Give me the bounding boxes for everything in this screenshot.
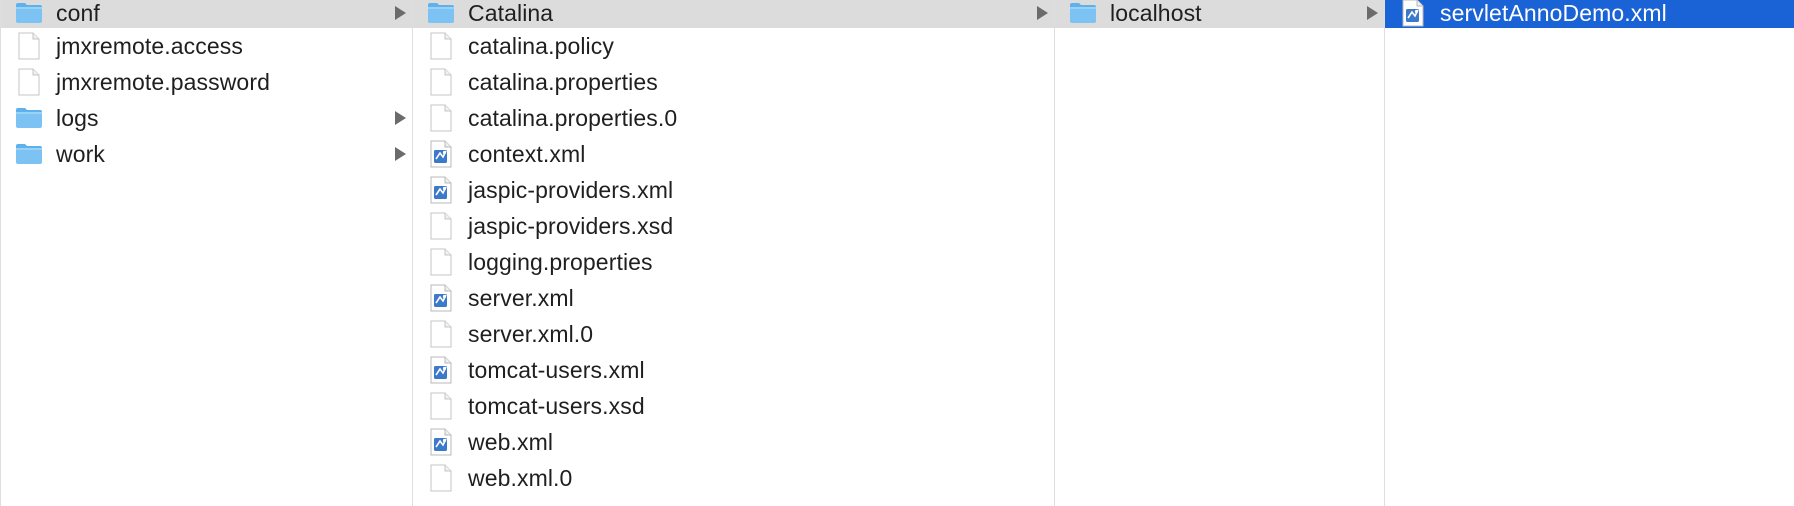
list-item-tomcat-users-xml[interactable]: tomcat-users.xml <box>413 352 1054 388</box>
list-item-catalina-properties[interactable]: catalina.properties <box>413 64 1054 100</box>
column-0[interactable]: conf jmxremote.access jmxremote.password lo… <box>0 0 413 506</box>
item-label: conf <box>56 0 100 26</box>
item-label: catalina.properties <box>468 68 658 95</box>
list-item-server-xml[interactable]: server.xml <box>413 280 1054 316</box>
disclosure-arrow-icon <box>1367 6 1378 20</box>
column-2[interactable]: localhost <box>1055 0 1385 506</box>
list-item-catalina-properties-0[interactable]: catalina.properties.0 <box>413 100 1054 136</box>
item-label: jmxremote.access <box>56 32 243 59</box>
item-label: logs <box>56 104 99 131</box>
xml-file-icon <box>427 139 455 169</box>
item-label: jaspic-providers.xml <box>468 176 674 203</box>
list-item-context-xml[interactable]: context.xml <box>413 136 1054 172</box>
list-item-web-xml-0[interactable]: web.xml.0 <box>413 460 1054 496</box>
item-label: catalina.policy <box>468 32 614 59</box>
list-item-web-xml[interactable]: web.xml <box>413 424 1054 460</box>
folder-icon <box>15 139 43 169</box>
document-icon <box>427 67 455 97</box>
list-item-logging-properties[interactable]: logging.properties <box>413 244 1054 280</box>
xml-file-icon <box>427 175 455 205</box>
item-label: logging.properties <box>468 248 653 275</box>
document-icon <box>427 31 455 61</box>
list-item-conf[interactable]: conf <box>1 0 412 28</box>
document-icon <box>15 31 43 61</box>
list-item-jmxremote-access[interactable]: jmxremote.access <box>1 28 412 64</box>
item-label: tomcat-users.xml <box>468 356 645 383</box>
item-label: catalina.properties.0 <box>468 104 678 131</box>
item-label: Catalina <box>468 0 554 26</box>
item-label: localhost <box>1110 0 1202 26</box>
document-icon <box>427 463 455 493</box>
folder-icon <box>15 0 43 28</box>
item-label: web.xml <box>468 428 554 455</box>
document-icon <box>427 391 455 421</box>
document-icon <box>15 67 43 97</box>
finder-column-view: conf jmxremote.access jmxremote.password lo… <box>0 0 1794 506</box>
column-3[interactable]: servletAnnoDemo.xml <box>1385 0 1794 506</box>
folder-icon <box>1069 0 1097 28</box>
document-icon <box>427 103 455 133</box>
disclosure-arrow-icon <box>395 6 406 20</box>
list-item-logs[interactable]: logs <box>1 100 412 136</box>
xml-file-icon <box>427 283 455 313</box>
list-item-localhost[interactable]: localhost <box>1055 0 1384 28</box>
xml-file-icon <box>427 427 455 457</box>
item-label: work <box>56 140 105 167</box>
item-label: server.xml <box>468 284 574 311</box>
list-item-jmxremote-password[interactable]: jmxremote.password <box>1 64 412 100</box>
item-label: server.xml.0 <box>468 320 594 347</box>
disclosure-arrow-icon <box>395 111 406 125</box>
disclosure-arrow-icon <box>1037 6 1048 20</box>
item-label: web.xml.0 <box>468 464 573 491</box>
list-item-catalina-policy[interactable]: catalina.policy <box>413 28 1054 64</box>
item-label: jaspic-providers.xsd <box>468 212 674 239</box>
list-item-catalina[interactable]: Catalina <box>413 0 1054 28</box>
list-item-jaspic-providers-xml[interactable]: jaspic-providers.xml <box>413 172 1054 208</box>
column-1[interactable]: Catalina catalina.policy catalina.properti… <box>413 0 1055 506</box>
item-label: servletAnnoDemo.xml <box>1440 0 1667 26</box>
folder-icon <box>427 0 455 28</box>
item-label: jmxremote.password <box>56 68 270 95</box>
item-label: context.xml <box>468 140 586 167</box>
disclosure-arrow-icon <box>395 147 406 161</box>
xml-file-icon <box>427 355 455 385</box>
folder-icon <box>15 103 43 133</box>
list-item-server-xml-0[interactable]: server.xml.0 <box>413 316 1054 352</box>
list-item-servletannodemo-xml[interactable]: servletAnnoDemo.xml <box>1385 0 1794 28</box>
list-item-tomcat-users-xsd[interactable]: tomcat-users.xsd <box>413 388 1054 424</box>
document-icon <box>427 247 455 277</box>
list-item-work[interactable]: work <box>1 136 412 172</box>
item-label: tomcat-users.xsd <box>468 392 645 419</box>
xml-file-icon <box>1399 0 1427 28</box>
document-icon <box>427 211 455 241</box>
document-icon <box>427 319 455 349</box>
list-item-jaspic-providers-xsd[interactable]: jaspic-providers.xsd <box>413 208 1054 244</box>
